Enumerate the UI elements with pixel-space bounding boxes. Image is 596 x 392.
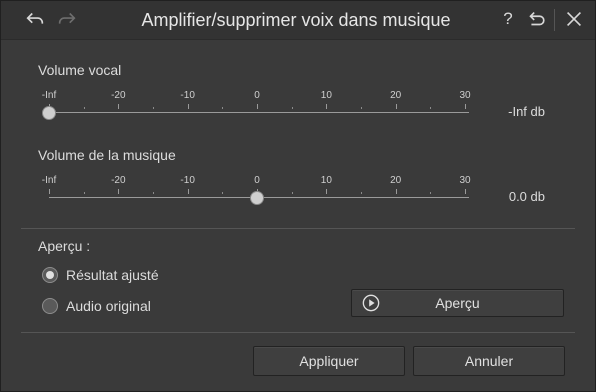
radio-button[interactable]	[42, 267, 58, 283]
close-icon[interactable]	[562, 7, 586, 31]
tick-mark-minor	[361, 192, 362, 194]
tick-mark	[187, 104, 189, 109]
tick-mark-minor	[291, 192, 293, 194]
tick-mark	[465, 189, 466, 194]
tick-label: -20	[111, 175, 126, 186]
redo-icon[interactable]	[55, 7, 79, 31]
help-icon[interactable]: ?	[496, 7, 520, 31]
tick-label: 10	[320, 90, 332, 101]
vocal-volume-label: Volume vocal	[38, 62, 122, 78]
divider	[21, 228, 575, 229]
tick-label: 0	[254, 175, 260, 186]
tick-mark	[326, 104, 328, 109]
divider	[21, 332, 575, 333]
tick-mark-minor	[222, 107, 224, 109]
tick-mark	[395, 104, 397, 109]
cancel-button[interactable]: Annuler	[413, 346, 565, 376]
radio-selected-dot	[46, 271, 54, 279]
tick-mark-minor	[83, 192, 85, 194]
title-separator	[554, 9, 555, 31]
preview-button[interactable]: Aperçu	[351, 289, 564, 317]
tick-mark-minor	[153, 107, 154, 109]
tick-mark	[326, 189, 328, 194]
tick-label: 30	[459, 175, 471, 186]
tick-mark-minor	[430, 192, 432, 194]
slider-thumb[interactable]	[250, 191, 264, 205]
apply-button[interactable]: Appliquer	[253, 346, 405, 376]
tick-mark-minor	[83, 107, 85, 109]
preview-button-label: Aperçu	[435, 295, 480, 311]
tick-mark	[395, 189, 397, 194]
music-volume-label: Volume de la musique	[38, 147, 176, 163]
radio-label: Résultat ajusté	[66, 267, 159, 283]
tick-label: -20	[111, 90, 126, 101]
play-icon	[362, 294, 380, 312]
tick-mark	[49, 189, 50, 194]
tick-mark	[465, 104, 466, 109]
tick-mark	[257, 104, 258, 109]
music-volume-readout: 0.0 db	[508, 189, 545, 204]
preview-label: Aperçu :	[38, 238, 91, 254]
vocal-volume-slider[interactable]: -Inf -20 -10 0 10 20 30	[39, 90, 471, 140]
tick-label: 20	[390, 175, 402, 186]
music-volume-slider[interactable]: -Inf -20 -10 0 10 20 30	[39, 175, 471, 225]
tick-labels: -Inf -20 -10 0 10 20 30	[39, 90, 471, 104]
title-bar: Amplifier/supprimer voix dans musique ?	[1, 1, 595, 40]
tick-mark-minor	[291, 107, 293, 109]
tick-label: 20	[390, 90, 402, 101]
undo-icon[interactable]	[23, 7, 47, 31]
tick-label: -10	[180, 175, 195, 186]
tick-mark-minor	[222, 192, 224, 194]
radio-label: Audio original	[66, 298, 151, 314]
tick-label: -10	[180, 90, 195, 101]
tick-mark	[118, 104, 120, 109]
tick-label: -Inf	[41, 90, 57, 101]
radio-adjusted-result[interactable]: Résultat ajusté	[42, 267, 159, 283]
tick-label: -Inf	[41, 175, 57, 186]
reset-icon[interactable]	[524, 7, 548, 31]
tick-mark	[118, 189, 120, 194]
tick-mark-minor	[153, 192, 154, 194]
radio-original-audio[interactable]: Audio original	[42, 298, 151, 314]
slider-track	[49, 112, 469, 113]
tick-mark-minor	[430, 107, 432, 109]
tick-label: 30	[459, 90, 471, 101]
tick-mark-minor	[361, 107, 362, 109]
slider-thumb[interactable]	[42, 106, 56, 120]
tick-mark	[187, 189, 189, 194]
tick-labels: -Inf -20 -10 0 10 20 30	[39, 175, 471, 189]
tick-label: 10	[320, 175, 332, 186]
radio-button[interactable]	[42, 298, 58, 314]
window-title: Amplifier/supprimer voix dans musique	[141, 10, 451, 30]
tick-marks	[39, 104, 469, 110]
dialog-window: Amplifier/supprimer voix dans musique ? …	[0, 0, 596, 392]
vocal-volume-readout: -Inf db	[508, 104, 545, 119]
tick-label: 0	[254, 90, 260, 101]
